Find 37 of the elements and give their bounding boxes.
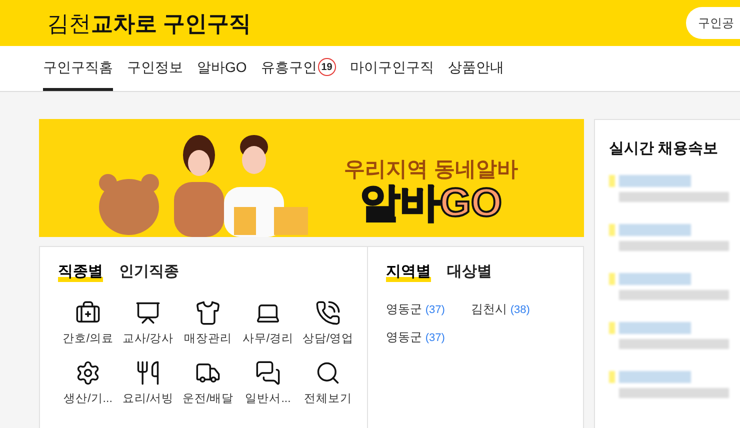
shirt-icon bbox=[195, 300, 221, 326]
age-badge: 19 bbox=[318, 58, 336, 76]
region-link[interactable]: 김천시 (38) bbox=[471, 300, 556, 318]
nav-tab[interactable]: 알바GO bbox=[197, 46, 247, 91]
job-category[interactable]: 생산/기... bbox=[58, 360, 118, 408]
banner-tagline: 우리지역 동네알바 bbox=[344, 156, 518, 183]
job-category[interactable]: 교사/강사 bbox=[118, 300, 178, 348]
nav-tab[interactable]: 상품안내 bbox=[448, 46, 504, 91]
nav-tab[interactable]: 구인구직홈 bbox=[43, 46, 113, 91]
job-category[interactable]: 간호/의료 bbox=[58, 300, 118, 348]
nav-tab[interactable]: 유흥구인 19 bbox=[260, 46, 336, 91]
job-category[interactable]: 요리/서빙 bbox=[118, 360, 178, 408]
region-link[interactable]: 영동군 (37) bbox=[386, 300, 471, 318]
promo-banner[interactable]: 우리지역 동네알바 알바GO bbox=[39, 119, 584, 237]
job-category[interactable]: 전체보기 bbox=[298, 360, 358, 408]
job-category[interactable]: 일반서... bbox=[238, 360, 298, 408]
nav-tab[interactable]: 구인정보 bbox=[127, 46, 183, 91]
job-category[interactable]: 사무/경리 bbox=[238, 300, 298, 348]
category-tab[interactable]: 지역별 bbox=[386, 263, 431, 282]
job-category[interactable]: 상담/영업 bbox=[298, 300, 358, 348]
region-link[interactable]: 영동군 (37) bbox=[386, 328, 471, 347]
job-category[interactable]: 매장관리 bbox=[178, 300, 238, 348]
chat-bubbles-icon bbox=[255, 360, 281, 386]
search-icon bbox=[315, 360, 341, 386]
site-logo[interactable]: 김천교차로 구인구직 bbox=[47, 6, 251, 40]
category-tab[interactable]: 대상별 bbox=[447, 263, 492, 282]
phone-icon bbox=[315, 300, 341, 326]
job-category[interactable]: 운전/배달 bbox=[178, 360, 238, 408]
category-tab[interactable]: 직종별 bbox=[58, 263, 103, 282]
presentation-board-icon bbox=[135, 300, 161, 326]
category-tab[interactable]: 인기직종 bbox=[119, 263, 179, 282]
utensils-icon bbox=[135, 360, 161, 386]
banner-title: 알바GO bbox=[360, 183, 502, 223]
gear-icon bbox=[75, 360, 101, 386]
header-button[interactable]: 구인공 bbox=[686, 7, 740, 39]
nav-tab[interactable]: 마이구인구직 bbox=[350, 46, 434, 91]
panel-title: 실시간 채용속보 bbox=[609, 139, 720, 159]
